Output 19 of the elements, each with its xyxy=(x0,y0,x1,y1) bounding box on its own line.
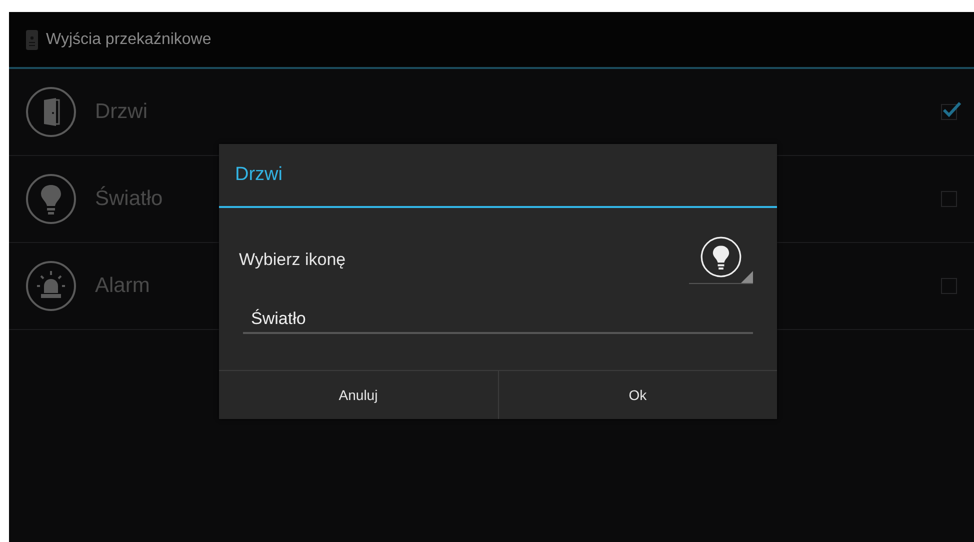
intercom-icon xyxy=(26,30,38,50)
check-icon xyxy=(942,101,962,119)
dialog-button[interactable]: Anuluj xyxy=(219,371,498,419)
dialog-button[interactable]: Ok xyxy=(498,371,777,419)
icon-label: Wybierz ikonę xyxy=(239,249,346,272)
output-name: Drzwi xyxy=(95,99,148,126)
output-name: Światło xyxy=(95,185,163,212)
name-input-field[interactable]: Światło xyxy=(243,300,753,334)
screen-title: Wyjścia przekaźnikowe xyxy=(46,30,212,50)
dialog-title: Drzwi xyxy=(235,162,282,187)
spinner-corner-icon xyxy=(741,271,753,283)
door-icon xyxy=(25,86,77,138)
alarm-light-icon xyxy=(25,260,77,312)
output-checkbox[interactable] xyxy=(941,191,957,207)
lightbulb-icon xyxy=(700,236,742,278)
output-name: Alarm xyxy=(95,273,150,300)
lightbulb-icon xyxy=(25,173,77,225)
icon-spinner[interactable] xyxy=(689,236,753,284)
output-checkbox[interactable] xyxy=(941,278,957,294)
